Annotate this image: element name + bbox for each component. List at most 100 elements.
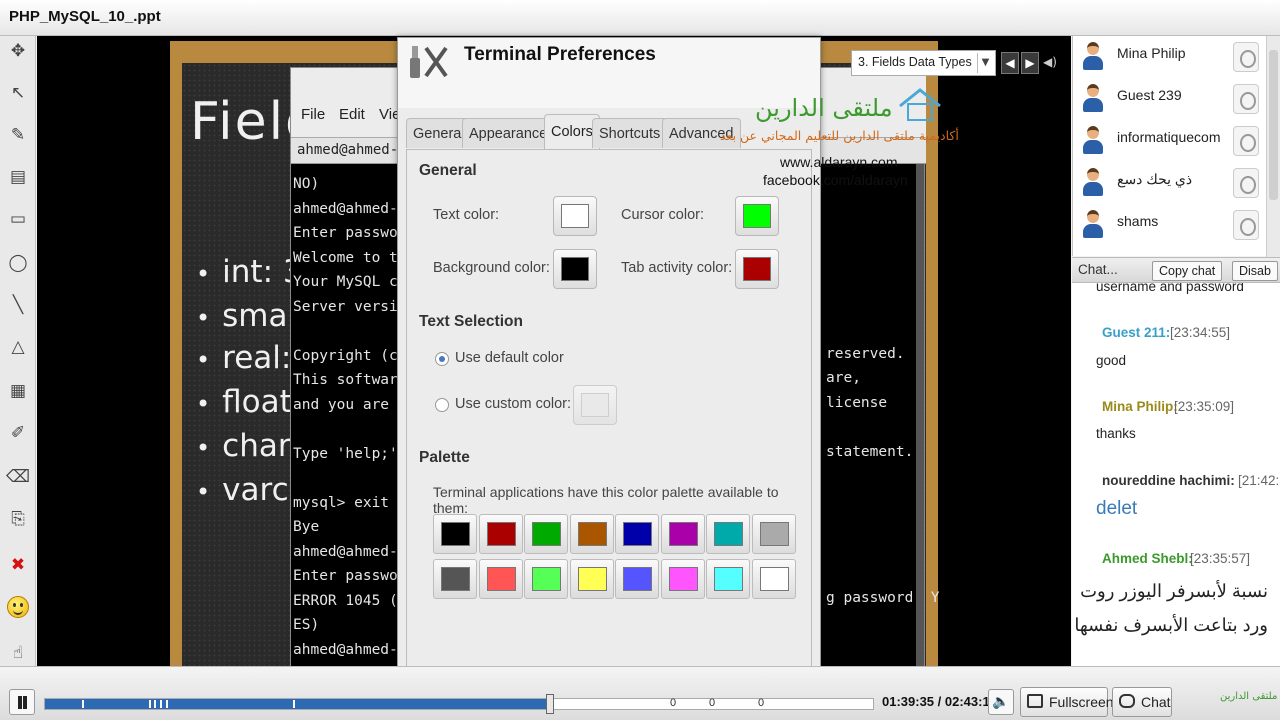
palette-color-button[interactable] — [615, 514, 659, 554]
terminal-line: ES) — [293, 617, 320, 633]
participant-row[interactable]: shams — [1073, 208, 1273, 250]
participants-list: Mina Philip Guest 239 informatiquecom ذي يح… — [1072, 36, 1280, 256]
terminal-line: ahmed@ahmed-I — [293, 543, 407, 560]
palette-color-button[interactable] — [660, 559, 705, 599]
user-avatar-icon — [1081, 84, 1105, 114]
background-color-button[interactable] — [553, 249, 597, 289]
palette-heading: Palette — [419, 449, 470, 466]
palette-swatch — [577, 522, 607, 546]
use-custom-color-radio[interactable] — [435, 398, 449, 412]
participant-name: shams — [1117, 213, 1159, 229]
fullscreen-button[interactable]: Fullscreen — [1020, 687, 1114, 717]
palette-color-button[interactable] — [751, 559, 796, 599]
seek-marker: 0 — [709, 697, 716, 709]
palette-color-button[interactable] — [478, 559, 523, 599]
user-avatar-icon — [1081, 126, 1105, 156]
custom-color-button[interactable] — [573, 385, 617, 425]
emoticon-tool-icon[interactable] — [5, 594, 31, 620]
user-avatar-icon — [1081, 168, 1105, 198]
webcam-icon[interactable] — [1233, 210, 1259, 240]
volume-icon[interactable]: 🔈 — [988, 689, 1014, 715]
palette-color-button[interactable] — [706, 514, 750, 554]
chat-bubble-icon — [1119, 694, 1135, 708]
text-selection-heading: Text Selection — [419, 313, 523, 330]
terminal-line: ahmed@ahmed-I — [293, 200, 407, 217]
pencil-tool-icon[interactable]: ✎ — [5, 122, 31, 148]
palette-color-button[interactable] — [751, 514, 796, 554]
ellipse-tool-icon[interactable]: ◯ — [5, 250, 31, 276]
background-color-swatch — [561, 257, 589, 281]
participant-row[interactable]: informatiquecom — [1073, 124, 1273, 166]
clear-tool-icon[interactable]: ✖ — [5, 552, 31, 578]
move-tool-icon[interactable]: ✥ — [5, 38, 31, 64]
pause-icon[interactable] — [9, 689, 35, 715]
palette-swatch — [759, 522, 789, 546]
rectangle-tool-icon[interactable]: ▭ — [5, 206, 31, 232]
palette-color-button[interactable] — [524, 559, 568, 599]
terminal-line: mysql> exit — [293, 494, 390, 511]
participants-scrollbar[interactable] — [1266, 36, 1280, 258]
webcam-icon[interactable] — [1233, 84, 1259, 114]
text-tool-icon[interactable]: ▤ — [5, 164, 31, 190]
copy-chat-button[interactable]: Copy chat — [1152, 261, 1223, 281]
palette-color-button[interactable] — [569, 559, 614, 599]
palette-description: Terminal applications have this color pa… — [433, 484, 779, 516]
use-default-color-radio[interactable] — [435, 352, 449, 366]
palette-color-button[interactable] — [569, 514, 614, 554]
participant-row[interactable]: Mina Philip — [1073, 40, 1273, 82]
chat-time: [23:35:09] — [1174, 399, 1235, 414]
tab-activity-color-button[interactable] — [735, 249, 779, 289]
house-logo-icon — [899, 88, 941, 121]
table-tool-icon[interactable]: ▦ — [5, 378, 31, 404]
hand-tool-icon[interactable]: ☝ — [5, 640, 31, 666]
prev-slide-icon[interactable]: ◀ — [1001, 52, 1019, 74]
terminal-line: Welcome to th — [293, 249, 407, 266]
stamp-tool-icon[interactable]: ⎘ — [5, 506, 31, 532]
tab-appearance[interactable]: Appearance — [462, 118, 555, 148]
palette-swatch — [532, 522, 561, 546]
highlighter-tool-icon[interactable]: ✐ — [5, 420, 31, 446]
participant-row[interactable]: Guest 239 — [1073, 82, 1273, 124]
palette-color-button[interactable] — [524, 514, 568, 554]
fullscreen-icon — [1027, 694, 1043, 708]
speaker-icon[interactable]: ◀) — [1041, 52, 1059, 74]
palette-color-button[interactable] — [706, 559, 750, 599]
seek-bar[interactable] — [44, 694, 874, 714]
palette-color-button[interactable] — [478, 514, 523, 554]
pointer-tool-icon[interactable]: ↖ — [5, 80, 31, 106]
slide-selector[interactable]: 3. Fields Data Types ▼ — [851, 50, 996, 76]
palette-color-button[interactable] — [660, 514, 705, 554]
slide-bullet: char: — [196, 428, 300, 464]
disable-chat-button[interactable]: Disab — [1232, 261, 1278, 281]
next-slide-icon[interactable]: ▶ — [1021, 52, 1039, 74]
footer-logo: ملتقى الدارين — [1220, 691, 1278, 702]
line-tool-icon[interactable]: ╲ — [5, 292, 31, 318]
tab-activity-color-label: Tab activity color: — [621, 260, 733, 276]
eraser-tool-icon[interactable]: ⌫ — [5, 464, 31, 490]
watermark: ملتقى الدارين أكاديمية ملتقى الدارين للت… — [720, 84, 980, 194]
webcam-icon[interactable] — [1233, 168, 1259, 198]
use-default-color-label: Use default color — [455, 350, 564, 366]
palette-color-button[interactable] — [433, 514, 477, 554]
app-root: PHP_MySQL_10_.ppt ✥ ↖ ✎ ▤ ▭ ◯ ╲ △ ▦ ✐ ⌫ … — [0, 0, 1280, 720]
tab-shortcuts[interactable]: Shortcuts — [592, 118, 668, 148]
general-heading: General — [419, 162, 477, 179]
chapter-tick — [293, 700, 296, 708]
participant-name: Mina Philip — [1117, 45, 1186, 61]
webcam-icon[interactable] — [1233, 126, 1259, 156]
terminal-scrollbar[interactable] — [916, 164, 924, 668]
menu-edit[interactable]: Edit — [339, 106, 365, 123]
text-color-button[interactable] — [553, 196, 597, 236]
chat-toggle-button[interactable]: Chat — [1112, 687, 1172, 717]
menu-file[interactable]: File — [301, 106, 325, 123]
seek-handle[interactable] — [546, 694, 555, 714]
seek-marker: 0 — [670, 697, 677, 709]
triangle-tool-icon[interactable]: △ — [5, 334, 31, 360]
webcam-icon[interactable] — [1233, 42, 1259, 72]
palette-color-button[interactable] — [615, 559, 659, 599]
terminal-line: ahmed@ahmed-I — [293, 641, 407, 658]
participant-row[interactable]: ذي يحك دسع — [1073, 166, 1273, 208]
cursor-color-button[interactable] — [735, 196, 779, 236]
palette-color-button[interactable] — [433, 559, 477, 599]
palette-swatch — [668, 522, 698, 546]
